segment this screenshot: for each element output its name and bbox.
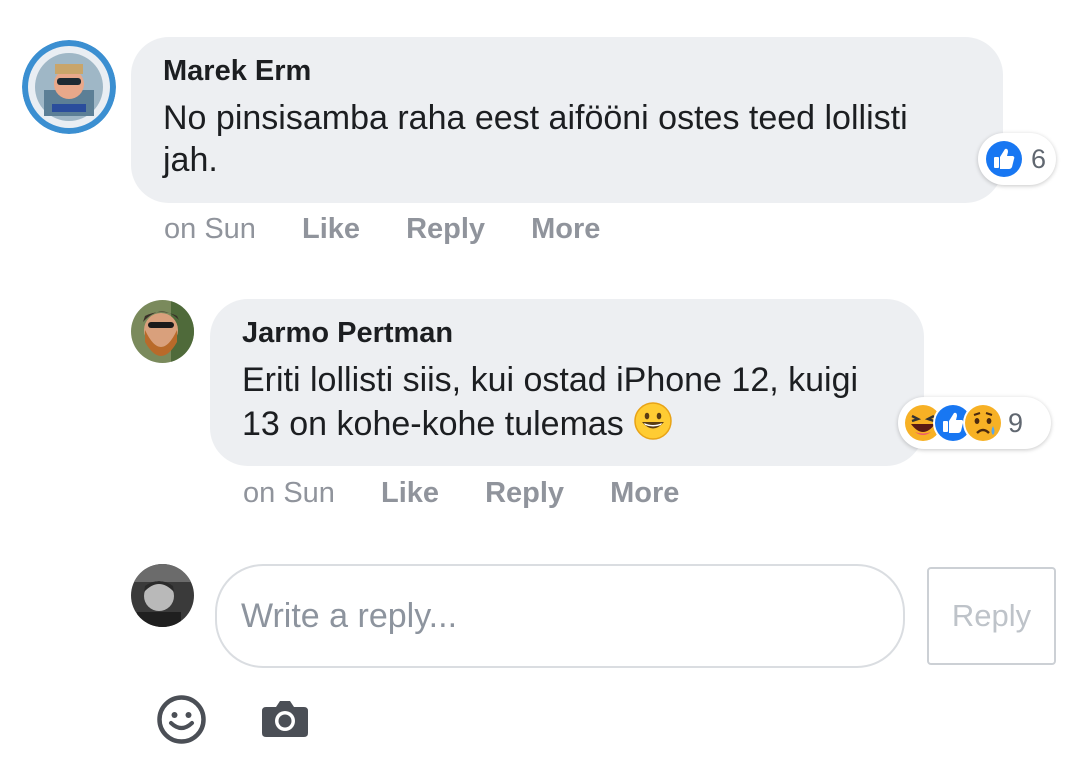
avatar-marek-erm[interactable] [22, 40, 116, 134]
sad-icon [963, 403, 1003, 443]
reply-button[interactable]: Reply [406, 213, 485, 246]
comment-text: Eriti lollisti siis, kui ostad iPhone 12… [242, 359, 892, 445]
avatar-jarmo-pertman[interactable] [131, 300, 194, 363]
reaction-count: 6 [1031, 143, 1047, 174]
reaction-count: 9 [1008, 407, 1024, 438]
emoji-icon[interactable] [156, 694, 207, 745]
like-button[interactable]: Like [302, 213, 360, 246]
reaction-summary[interactable]: 6 [978, 133, 1056, 185]
comment-bubble: Marek Erm No pinsisamba raha eest aiföön… [131, 37, 1003, 203]
comment-thread: Marek Erm No pinsisamba raha eest aiföön… [0, 0, 1080, 779]
current-user-avatar [131, 564, 194, 627]
timestamp[interactable]: on Sun [164, 213, 256, 246]
like-button[interactable]: Like [381, 477, 439, 510]
grinning-face-emoji [633, 401, 673, 441]
comment-author[interactable]: Jarmo Pertman [242, 315, 892, 351]
more-button[interactable]: More [610, 477, 679, 510]
camera-icon[interactable] [262, 699, 308, 737]
comment-actions: on Sun Like Reply More [164, 213, 638, 246]
comment-text-body: Eriti lollisti siis, kui ostad iPhone 12… [242, 361, 859, 443]
comment-bubble: Jarmo Pertman Eriti lollisti siis, kui o… [210, 299, 924, 466]
like-icon [984, 139, 1024, 179]
reply-submit-button[interactable]: Reply [927, 567, 1056, 665]
comment-author[interactable]: Marek Erm [163, 53, 971, 89]
reply-button[interactable]: Reply [485, 477, 564, 510]
comment-actions: on Sun Like Reply More [243, 477, 717, 510]
more-button[interactable]: More [531, 213, 600, 246]
timestamp[interactable]: on Sun [243, 477, 335, 510]
reply-input[interactable] [215, 564, 905, 668]
comment-text: No pinsisamba raha eest aifööni ostes te… [163, 99, 908, 179]
reaction-summary[interactable]: 9 [898, 397, 1051, 449]
